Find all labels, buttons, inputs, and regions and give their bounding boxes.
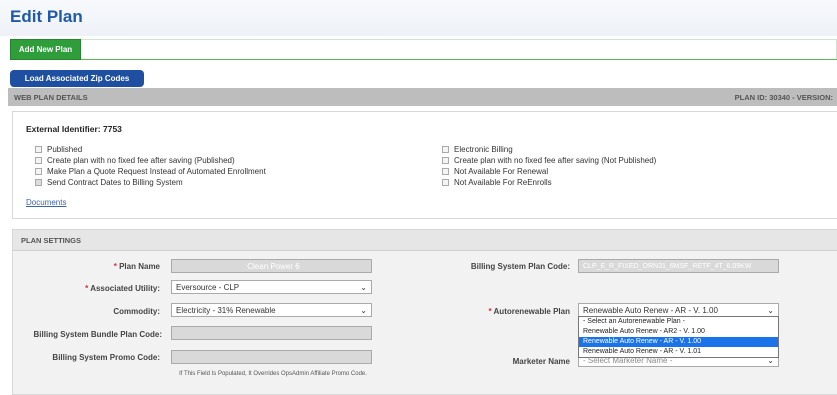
chevron-down-icon: ⌄: [360, 305, 367, 315]
right-checkbox-group: Electronic Billing Create plan with no f…: [442, 144, 656, 188]
web-plan-details-header: WEB PLAN DETAILS PLAN ID: 30340 - VERSIO…: [8, 88, 837, 106]
dropdown-option-highlighted[interactable]: Renewable Auto Renew - AR - V. 1.00: [579, 337, 778, 347]
associated-utility-label: * Associated Utility:: [85, 284, 160, 293]
checkbox[interactable]: [442, 157, 449, 164]
checkbox[interactable]: [35, 146, 42, 153]
commodity-label: Commodity:: [113, 307, 160, 316]
plan-name-input[interactable]: Clean Power 6: [171, 259, 372, 273]
dropdown-option[interactable]: Renewable Auto Renew - AR2 - V. 1.00: [579, 327, 778, 337]
commodity-select[interactable]: Electricity - 31% Renewable ⌄: [171, 303, 372, 317]
plan-id-label: PLAN ID: 30340 - VERSION:: [734, 93, 833, 102]
section-title: PLAN SETTINGS: [21, 236, 82, 245]
billing-plan-code-label: Billing System Plan Code:: [470, 262, 570, 271]
documents-link[interactable]: Documents: [26, 198, 66, 207]
dropdown-option[interactable]: Renewable Auto Renew - AR - V. 1.01: [579, 347, 778, 357]
checkbox-label: Electronic Billing: [454, 145, 513, 154]
section-title: WEB PLAN DETAILS: [14, 93, 88, 102]
bundle-code-input[interactable]: [171, 326, 372, 340]
published-checkbox-row[interactable]: Published: [35, 144, 266, 155]
associated-utility-select[interactable]: Eversource - CLP ⌄: [171, 280, 372, 294]
checkbox-label: Create plan with no fixed fee after savi…: [454, 156, 657, 165]
checkbox-label: Published: [47, 145, 83, 154]
add-new-plan-button[interactable]: Add New Plan: [10, 39, 81, 60]
add-plan-bar: [10, 39, 837, 60]
checkbox-label: Not Available For Renewal: [454, 167, 549, 176]
no-fixed-fee-published-checkbox-row[interactable]: Create plan with no fixed fee after savi…: [35, 155, 266, 166]
autorenewable-label: * Autorenewable Plan: [488, 307, 570, 316]
promo-code-input[interactable]: [171, 350, 372, 364]
checkbox: [35, 179, 42, 186]
chevron-down-icon: ⌄: [767, 305, 774, 315]
electronic-billing-checkbox-row[interactable]: Electronic Billing: [442, 144, 656, 155]
checkbox[interactable]: [35, 157, 42, 164]
promo-code-label: Billing System Promo Code:: [52, 353, 160, 362]
checkbox[interactable]: [442, 168, 449, 175]
chevron-down-icon: ⌄: [360, 282, 367, 292]
promo-code-note: If This Field Is Populated, It Overrides…: [179, 371, 367, 377]
header-background: [0, 0, 837, 36]
billing-plan-code-input[interactable]: CLP_E_R_FIXED_ORN31_6MSF_RETF_4T_6.09KW: [578, 259, 779, 273]
checkbox[interactable]: [442, 179, 449, 186]
page-title: Edit Plan: [10, 7, 83, 26]
quote-request-checkbox-row[interactable]: Make Plan a Quote Request Instead of Aut…: [35, 166, 266, 177]
bundle-code-label: Billing System Bundle Plan Code:: [33, 330, 162, 339]
checkbox[interactable]: [442, 146, 449, 153]
marketer-label: Marketer Name: [512, 357, 570, 366]
checkbox-label: Not Available For ReEnrolls: [454, 178, 552, 187]
plan-name-label: * Plan Name: [113, 262, 160, 271]
autorenewable-dropdown-list: - Select an Autorenewable Plan - Renewab…: [578, 316, 779, 358]
no-fixed-fee-unpublished-checkbox-row[interactable]: Create plan with no fixed fee after savi…: [442, 155, 656, 166]
checkbox-label: Make Plan a Quote Request Instead of Aut…: [47, 167, 266, 176]
left-checkbox-group: Published Create plan with no fixed fee …: [35, 144, 266, 188]
checkbox-label: Create plan with no fixed fee after savi…: [47, 156, 235, 165]
load-zip-codes-button[interactable]: Load Associated Zip Codes: [10, 70, 144, 87]
dropdown-option[interactable]: - Select an Autorenewable Plan -: [579, 317, 778, 327]
send-contract-dates-checkbox-row: Send Contract Dates to Billing System: [35, 177, 266, 188]
add-plan-underline: [81, 59, 837, 60]
not-available-reenroll-checkbox-row[interactable]: Not Available For ReEnrolls: [442, 177, 656, 188]
autorenewable-select[interactable]: Renewable Auto Renew - AR - V. 1.00 ⌄: [578, 303, 779, 317]
checkbox-label: Send Contract Dates to Billing System: [47, 178, 183, 187]
not-available-renewal-checkbox-row[interactable]: Not Available For Renewal: [442, 166, 656, 177]
plan-settings-header: PLAN SETTINGS: [13, 230, 837, 251]
external-identifier: External Identifier: 7753: [26, 124, 122, 134]
checkbox[interactable]: [35, 168, 42, 175]
